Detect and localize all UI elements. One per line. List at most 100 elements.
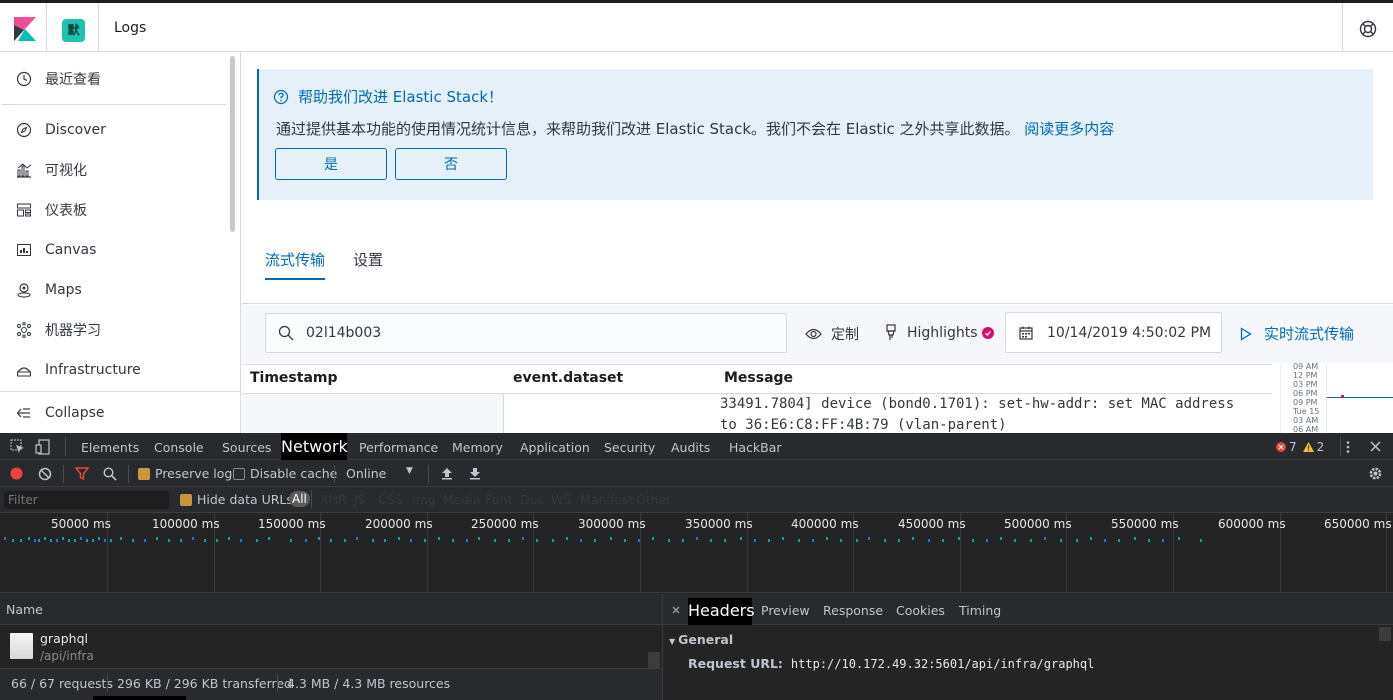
clear-icon[interactable] xyxy=(38,467,52,481)
tab-security[interactable]: Security xyxy=(604,440,655,455)
timeline-request-marker xyxy=(610,537,612,540)
sidebar-scrollbar[interactable] xyxy=(230,56,235,232)
error-count: 7 xyxy=(1289,440,1297,454)
timeline-request-marker xyxy=(1014,539,1016,542)
type-filter-media[interactable]: Media xyxy=(443,492,481,507)
throttling-select[interactable]: Online ▼ xyxy=(346,466,418,481)
nav-item-discover[interactable]: Discover xyxy=(16,118,106,142)
request-name[interactable]: graphql xyxy=(40,631,88,646)
requests-scrollbar[interactable] xyxy=(648,652,660,668)
close-details-icon[interactable] xyxy=(672,606,680,614)
checkbox-checked[interactable] xyxy=(138,468,150,480)
filter-input[interactable]: Filter xyxy=(4,491,169,509)
log-minimap[interactable]: 09 AM 12 PM 03 PM 06 PM 09 PM Tue 15 03 … xyxy=(1280,362,1393,434)
telemetry-no-button[interactable]: 否 xyxy=(395,148,507,180)
type-filter-doc[interactable]: Doc xyxy=(520,492,544,507)
close-devtools-icon[interactable] xyxy=(1370,441,1381,452)
request-url-value[interactable]: http://10.172.49.32:5601/api/infra/graph… xyxy=(791,657,1094,671)
timeline-request-marker xyxy=(466,539,468,542)
search-icon[interactable] xyxy=(103,467,117,481)
name-column-header[interactable]: Name xyxy=(6,602,43,617)
tab-response[interactable]: Response xyxy=(823,603,883,618)
customize-button[interactable]: 定制 xyxy=(805,324,859,344)
kebab-menu-icon[interactable] xyxy=(1345,440,1351,454)
timeline-request-marker xyxy=(86,539,88,542)
tab-elements[interactable]: Elements xyxy=(81,440,139,455)
filter-funnel-icon[interactable] xyxy=(75,467,89,480)
transferred-size: 296 KB / 296 KB transferred xyxy=(117,676,292,691)
nav-item-visualize[interactable]: 可视化 xyxy=(16,158,87,182)
tab-performance[interactable]: Performance xyxy=(359,440,438,455)
tab-headers[interactable]: Headers xyxy=(688,598,755,625)
timeline-request-marker xyxy=(216,539,218,542)
app-title[interactable]: Logs xyxy=(114,20,146,36)
tab-application[interactable]: Application xyxy=(520,440,590,455)
minimap-position-line xyxy=(1327,397,1393,398)
type-filter-font[interactable]: Font xyxy=(485,492,512,507)
nav-collapse-button[interactable]: Collapse xyxy=(16,401,105,425)
tab-preview[interactable]: Preview xyxy=(761,603,810,618)
request-row[interactable] xyxy=(0,625,662,668)
nav-recently-viewed[interactable]: 最近查看 xyxy=(16,67,101,91)
settings-gear-icon[interactable] xyxy=(1368,466,1383,481)
general-section-toggle[interactable]: ▼ General xyxy=(669,632,733,647)
stream-live-button[interactable]: 实时流式传输 xyxy=(1240,323,1354,344)
checkbox-unchecked[interactable] xyxy=(233,468,245,480)
hide-data-urls-checkbox[interactable]: Hide data URLs xyxy=(180,492,293,507)
type-filter-ws[interactable]: WS xyxy=(551,492,571,507)
tab-settings[interactable]: 设置 xyxy=(353,249,383,270)
type-filter-all[interactable]: All xyxy=(289,491,310,507)
tab-console[interactable]: Console xyxy=(154,440,204,455)
timeline-request-marker xyxy=(1134,537,1136,540)
type-filter-xhr[interactable]: XHR xyxy=(320,492,347,507)
tab-sources[interactable]: Sources xyxy=(222,440,271,455)
column-message: Message xyxy=(724,370,794,386)
timeline-request-marker xyxy=(840,539,842,542)
nav-divider xyxy=(2,104,226,105)
help-lifebuoy-icon[interactable] xyxy=(1358,19,1378,39)
read-more-link[interactable]: 阅读更多内容 xyxy=(1024,120,1114,138)
tab-audits[interactable]: Audits xyxy=(671,440,710,455)
device-toolbar-icon[interactable] xyxy=(35,439,50,455)
minimap-label: Tue 15 xyxy=(1293,407,1320,416)
export-har-icon[interactable] xyxy=(469,467,481,480)
type-filter-img[interactable]: Img xyxy=(412,492,436,507)
nav-item-infrastructure[interactable]: Infrastructure xyxy=(16,358,141,382)
type-filter-manifest[interactable]: Manifest xyxy=(580,492,633,507)
date-picker[interactable]: 10/14/2019 4:50:02 PM xyxy=(1005,312,1222,353)
type-filter-css[interactable]: CSS xyxy=(378,492,403,507)
disable-cache-checkbox[interactable]: Disable cache xyxy=(233,466,337,481)
tab-cookies[interactable]: Cookies xyxy=(896,603,945,618)
preserve-log-checkbox[interactable]: Preserve log xyxy=(138,466,232,481)
type-filter-other[interactable]: Other xyxy=(636,492,672,507)
nav-divider xyxy=(0,391,241,392)
inspect-element-icon[interactable] xyxy=(10,439,25,454)
timeline-request-marker xyxy=(20,539,22,542)
dropdown-arrow-icon: ▼ xyxy=(406,466,413,476)
checkbox-checked[interactable] xyxy=(180,494,192,506)
tab-timing[interactable]: Timing xyxy=(959,603,1001,618)
nav-item-machine-learning[interactable]: 机器学习 xyxy=(16,318,101,342)
highlights-button[interactable]: Highlights xyxy=(885,324,994,341)
request-path: /api/infra xyxy=(40,649,94,663)
kibana-logo-icon[interactable] xyxy=(14,17,36,41)
nav-item-dashboard[interactable]: 仪表板 xyxy=(16,198,87,222)
nav-label: Maps xyxy=(45,282,82,298)
nav-item-maps[interactable]: Maps xyxy=(16,278,82,302)
telemetry-yes-button[interactable]: 是 xyxy=(275,148,387,180)
tab-hackbar[interactable]: HackBar xyxy=(729,440,782,455)
space-avatar[interactable]: 默 xyxy=(62,19,85,42)
timeline-tick-label: 50000 ms xyxy=(51,517,111,531)
details-scrollbar[interactable] xyxy=(1379,627,1391,641)
console-counters[interactable]: 7 2 xyxy=(1276,440,1324,454)
tab-network[interactable]: Network xyxy=(281,433,348,460)
timeline-request-marker xyxy=(38,539,40,542)
type-filter-js[interactable]: JS xyxy=(354,492,366,507)
tab-stream[interactable]: 流式传输 xyxy=(265,249,326,280)
search-input[interactable]: 02l14b003 xyxy=(265,313,787,353)
record-icon[interactable] xyxy=(10,467,23,480)
minimap-label: 09 AM xyxy=(1293,362,1319,371)
tab-memory[interactable]: Memory xyxy=(452,440,503,455)
import-har-icon[interactable] xyxy=(441,467,453,480)
nav-item-canvas[interactable]: Canvas xyxy=(16,238,96,262)
